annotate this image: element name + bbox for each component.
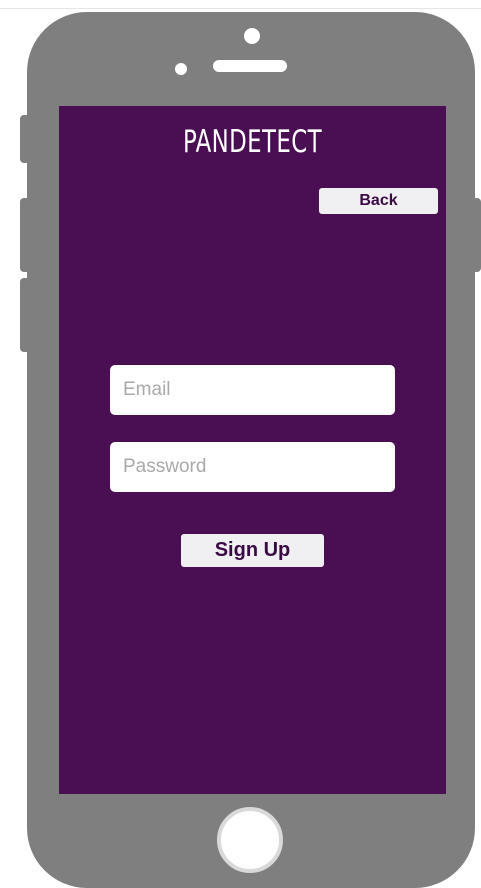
back-button[interactable]: Back xyxy=(319,188,438,214)
sensor-icon xyxy=(175,63,187,75)
top-divider xyxy=(0,8,481,9)
app-title: PANDETECT xyxy=(182,124,323,160)
sign-up-button[interactable]: Sign Up xyxy=(181,534,324,567)
phone-screen: PANDETECT Back Sign Up xyxy=(59,106,446,794)
front-camera-icon xyxy=(244,28,260,44)
email-field[interactable] xyxy=(110,365,395,415)
password-field[interactable] xyxy=(110,442,395,492)
speaker-grille xyxy=(213,60,287,72)
page: PANDETECT Back Sign Up xyxy=(0,0,481,888)
home-button[interactable] xyxy=(217,807,283,873)
